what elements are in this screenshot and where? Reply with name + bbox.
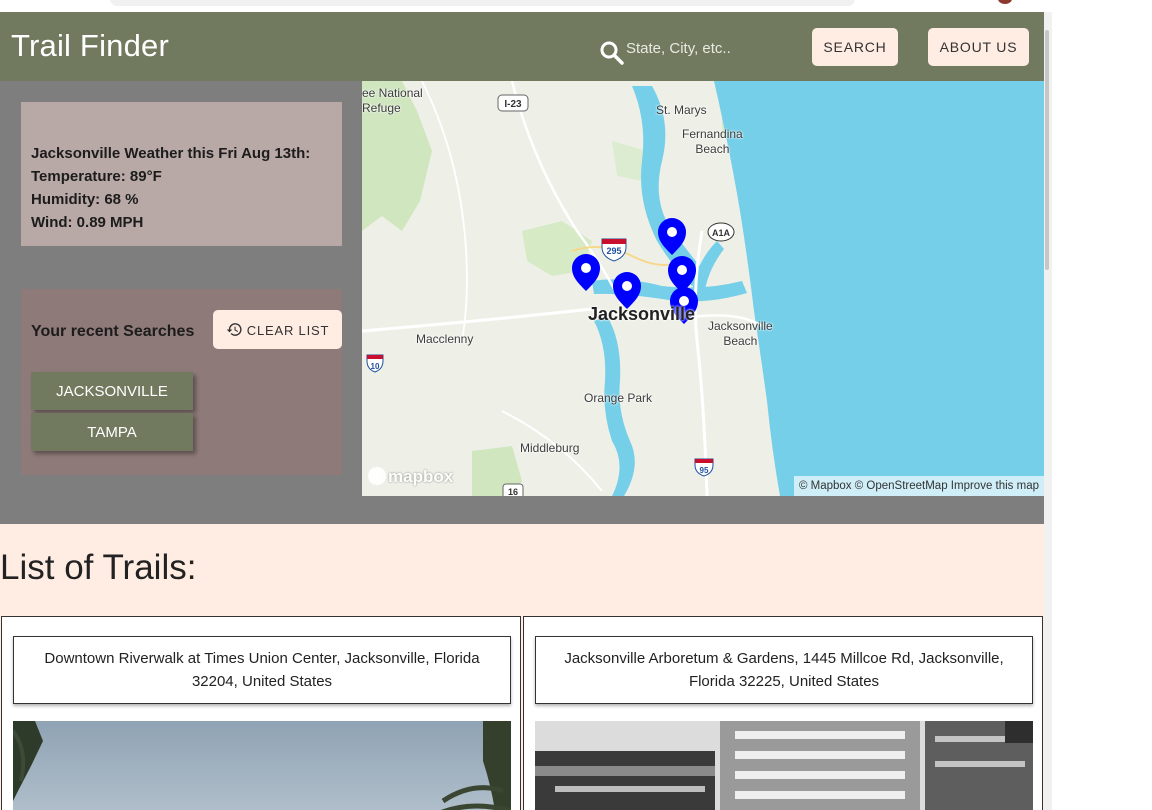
app-title[interactable]: Trail Finder <box>11 28 169 64</box>
mapbox-logo-text: mapbox <box>388 467 454 486</box>
map-attribution[interactable]: © Mapbox © OpenStreetMap Improve this ma… <box>793 476 1044 496</box>
shield-i95: 95 <box>700 466 709 475</box>
recent-search-item[interactable]: TAMPA <box>31 413 193 451</box>
recent-searches-card: Your recent Searches CLEAR LIST JACKSONV… <box>21 289 342 475</box>
shield-i23: I-23 <box>504 99 522 110</box>
weather-details: Jacksonville Weather this Fri Aug 13th: … <box>31 142 310 234</box>
weather-humidity: Humidity: 68 % <box>31 191 139 208</box>
map-label-refuge: ee National Refuge <box>362 86 423 115</box>
trail-address: Jacksonville Arboretum & Gardens, 1445 M… <box>535 636 1033 704</box>
about-us-button[interactable]: ABOUT US <box>928 28 1029 66</box>
trail-card[interactable]: Jacksonville Arboretum & Gardens, 1445 M… <box>523 616 1043 810</box>
shield-16: 16 <box>508 487 518 496</box>
browser-chrome <box>0 0 1152 12</box>
app-root: Trail Finder SEARCH ABOUT US Jacksonvill… <box>0 12 1044 810</box>
clear-list-button[interactable]: CLEAR LIST <box>213 310 342 349</box>
weather-wind: Wind: 0.89 MPH <box>31 214 144 231</box>
recent-search-item[interactable]: JACKSONVILLE <box>31 372 193 410</box>
shield-295: 295 <box>606 246 621 256</box>
trail-address: Downtown Riverwalk at Times Union Center… <box>13 636 511 704</box>
recent-searches-title: Your recent Searches <box>31 323 195 340</box>
map-label-orange-park: Orange Park <box>584 391 653 405</box>
trail-map[interactable]: I-23 295 A1A 10 95 16 ee National Refuge… <box>362 81 1044 496</box>
weather-card: Jacksonville Weather this Fri Aug 13th: … <box>21 102 342 246</box>
trail-photo <box>13 721 511 810</box>
search-icon <box>600 41 624 65</box>
search-button[interactable]: SEARCH <box>812 28 898 66</box>
map-label-st-marys: St. Marys <box>656 103 707 117</box>
trail-card[interactable]: Downtown Riverwalk at Times Union Center… <box>1 616 521 810</box>
weather-temperature: Temperature: 89°F <box>31 168 162 185</box>
profile-avatar[interactable] <box>998 0 1012 4</box>
map-label-fernandina: Fernandina Beach <box>682 127 743 156</box>
map-label-macclenny: Macclenny <box>416 332 474 346</box>
scrollbar-thumb[interactable] <box>1045 30 1049 270</box>
page-scrollbar[interactable] <box>1044 12 1052 810</box>
trails-list-heading: List of Trails: <box>0 548 197 587</box>
map-label-jax-beach: Jacksonville Beach <box>708 319 773 348</box>
dashboard-section: Jacksonville Weather this Fri Aug 13th: … <box>0 81 1044 524</box>
search-input[interactable] <box>626 35 796 61</box>
top-navbar: Trail Finder SEARCH ABOUT US <box>0 12 1044 81</box>
history-icon <box>226 323 242 336</box>
shield-i10: 10 <box>371 362 380 371</box>
map-label-jacksonville: Jacksonville <box>588 304 696 324</box>
trail-photo <box>535 721 1033 810</box>
mapbox-logo[interactable]: mapbox <box>368 467 453 487</box>
map-label-middleburg: Middleburg <box>520 441 580 455</box>
clear-list-label: CLEAR LIST <box>246 323 330 338</box>
shield-a1a: A1A <box>712 228 731 238</box>
address-bar[interactable] <box>110 0 855 6</box>
weather-heading: Jacksonville Weather this Fri Aug 13th: <box>31 145 311 162</box>
mapbox-icon <box>368 467 386 485</box>
